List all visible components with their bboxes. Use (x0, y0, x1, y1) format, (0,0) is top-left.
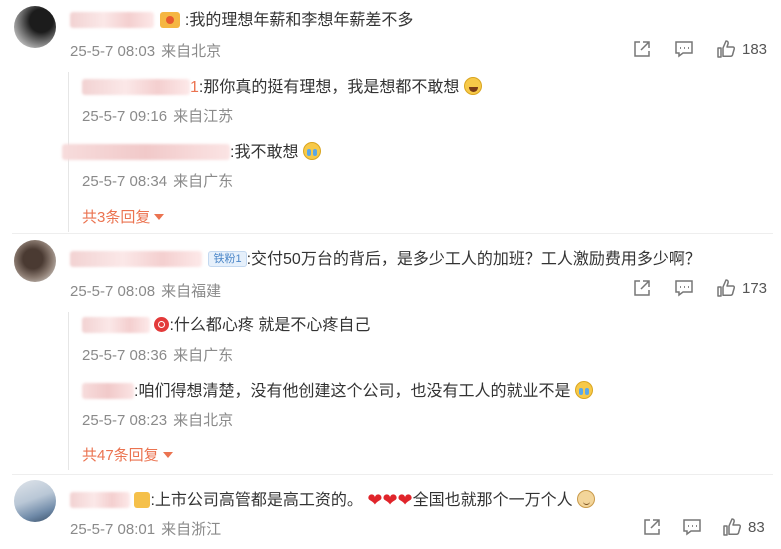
reply-meta: 25-5-7 09:16 来自江苏 (82, 105, 233, 126)
reply-text: :咱们得想清楚，没有他创建这个公司，也没有工人的就业不是 (134, 383, 571, 400)
reply-location: 来自北京 (173, 412, 234, 429)
username-redacted[interactable] (82, 79, 190, 95)
like-button[interactable]: 83 (722, 517, 765, 537)
share-icon[interactable] (642, 517, 662, 537)
like-button[interactable]: 183 (716, 39, 767, 59)
username-redacted[interactable] (70, 12, 154, 28)
username-redacted[interactable] (82, 383, 134, 399)
reply-location: 来自广东 (173, 173, 234, 190)
comment-icon[interactable] (682, 517, 702, 537)
thumbs-up-icon (717, 40, 736, 58)
comment-actions: 183 (632, 38, 767, 60)
like-count: 83 (748, 518, 765, 536)
username-tail[interactable]: 1 (190, 79, 199, 96)
comment-location: 来自福建 (161, 283, 222, 300)
comment-2-content: 铁粉1:交付50万台的背后，是多少工人的加班？工人激励费用多少啊？ (70, 250, 701, 270)
username-redacted[interactable] (70, 251, 202, 267)
reply-meta: 25-5-7 08:23 来自北京 (82, 409, 233, 430)
reply-location: 来自江苏 (173, 108, 234, 125)
comment-date: 25-5-7 08:08 (70, 283, 156, 300)
reply-date: 25-5-7 08:23 (82, 412, 168, 429)
comment-text-tail: 全国也就那个一万个人 (412, 492, 573, 509)
reply-date: 25-5-7 08:36 (82, 347, 168, 364)
gold-badge-icon (134, 492, 151, 508)
comment-location: 来自北京 (161, 43, 222, 60)
comment-location: 来自浙江 (161, 521, 222, 538)
reply-text: :那你真的挺有理想，我是想都不敢想 (198, 79, 460, 96)
avatar[interactable] (14, 6, 56, 48)
divider (12, 474, 773, 475)
verified-badge-icon (154, 317, 170, 332)
fan-level-badge: 铁粉1 (208, 251, 247, 267)
comment-actions: 173 (632, 277, 767, 299)
reply-content: 1:那你真的挺有理想，我是想都不敢想 (82, 77, 482, 98)
like-count: 173 (742, 279, 768, 297)
reply-content: :什么都心疼 就是不心疼自己 (82, 316, 370, 336)
replies-count-label: 共47条回复 (82, 447, 159, 464)
reply-date: 25-5-7 08:34 (82, 173, 168, 190)
reply-content: :我不敢想 (62, 142, 321, 163)
share-icon[interactable] (632, 278, 652, 298)
reply-location: 来自广东 (173, 347, 234, 364)
thumbs-up-icon (717, 279, 736, 297)
reply-meta: 25-5-7 08:34 来自广东 (82, 170, 233, 191)
caret-down-icon (154, 214, 165, 220)
comment-text: :交付50万台的背后，是多少工人的加班？工人激励费用多少啊？ (246, 251, 701, 268)
comment-meta: 25-5-7 08:08 来自福建 (70, 280, 221, 301)
comment-icon[interactable] (674, 39, 694, 59)
reply-content: :咱们得想清楚，没有他创建这个公司，也没有工人的就业不是 (82, 381, 593, 402)
username-redacted[interactable] (70, 492, 130, 508)
crying-emoji (302, 142, 321, 160)
replies-count-label: 共3条回复 (82, 209, 151, 226)
share-icon[interactable] (632, 39, 652, 59)
crown-badge-icon (160, 12, 181, 28)
avatar[interactable] (14, 240, 56, 282)
heart-emoji: ❤ (367, 490, 383, 510)
heart-emoji: ❤ (397, 490, 413, 510)
comment-actions: 83 (642, 516, 765, 538)
expand-replies-link[interactable]: 共3条回复 (82, 206, 165, 227)
caret-down-icon (162, 452, 173, 458)
comment-3-content: :上市公司高管都是高工资的。 ❤❤❤全国也就那个一万个人 (70, 490, 596, 511)
comment-meta: 25-5-7 08:03 来自北京 (70, 40, 221, 61)
reply-thread-line (68, 312, 69, 470)
crying-emoji (574, 381, 593, 399)
divider (12, 233, 773, 234)
laughing-tears-emoji (463, 77, 482, 95)
comment-date: 25-5-7 08:03 (70, 43, 156, 60)
dog-emoji (577, 490, 596, 508)
reply-text: :我不敢想 (230, 144, 299, 161)
username-redacted[interactable] (62, 144, 230, 160)
expand-replies-link[interactable]: 共47条回复 (82, 444, 173, 465)
avatar[interactable] (14, 480, 56, 522)
reply-date: 25-5-7 09:16 (82, 108, 168, 125)
username-redacted[interactable] (82, 317, 150, 333)
heart-emoji: ❤ (382, 490, 398, 510)
like-button[interactable]: 173 (716, 278, 767, 298)
reply-text: :什么都心疼 就是不心疼自己 (169, 317, 371, 334)
comment-text: :我的理想年薪和李想年薪差不多 (184, 12, 414, 29)
comment-1-content: :我的理想年薪和李想年薪差不多 (70, 11, 413, 31)
thumbs-up-icon (723, 518, 742, 536)
comment-date: 25-5-7 08:01 (70, 521, 156, 538)
comment-meta: 25-5-7 08:01 来自浙江 (70, 518, 221, 539)
like-count: 183 (742, 40, 768, 58)
comment-icon[interactable] (674, 278, 694, 298)
comment-text: :上市公司高管都是高工资的。 (150, 492, 363, 509)
reply-meta: 25-5-7 08:36 来自广东 (82, 344, 233, 365)
